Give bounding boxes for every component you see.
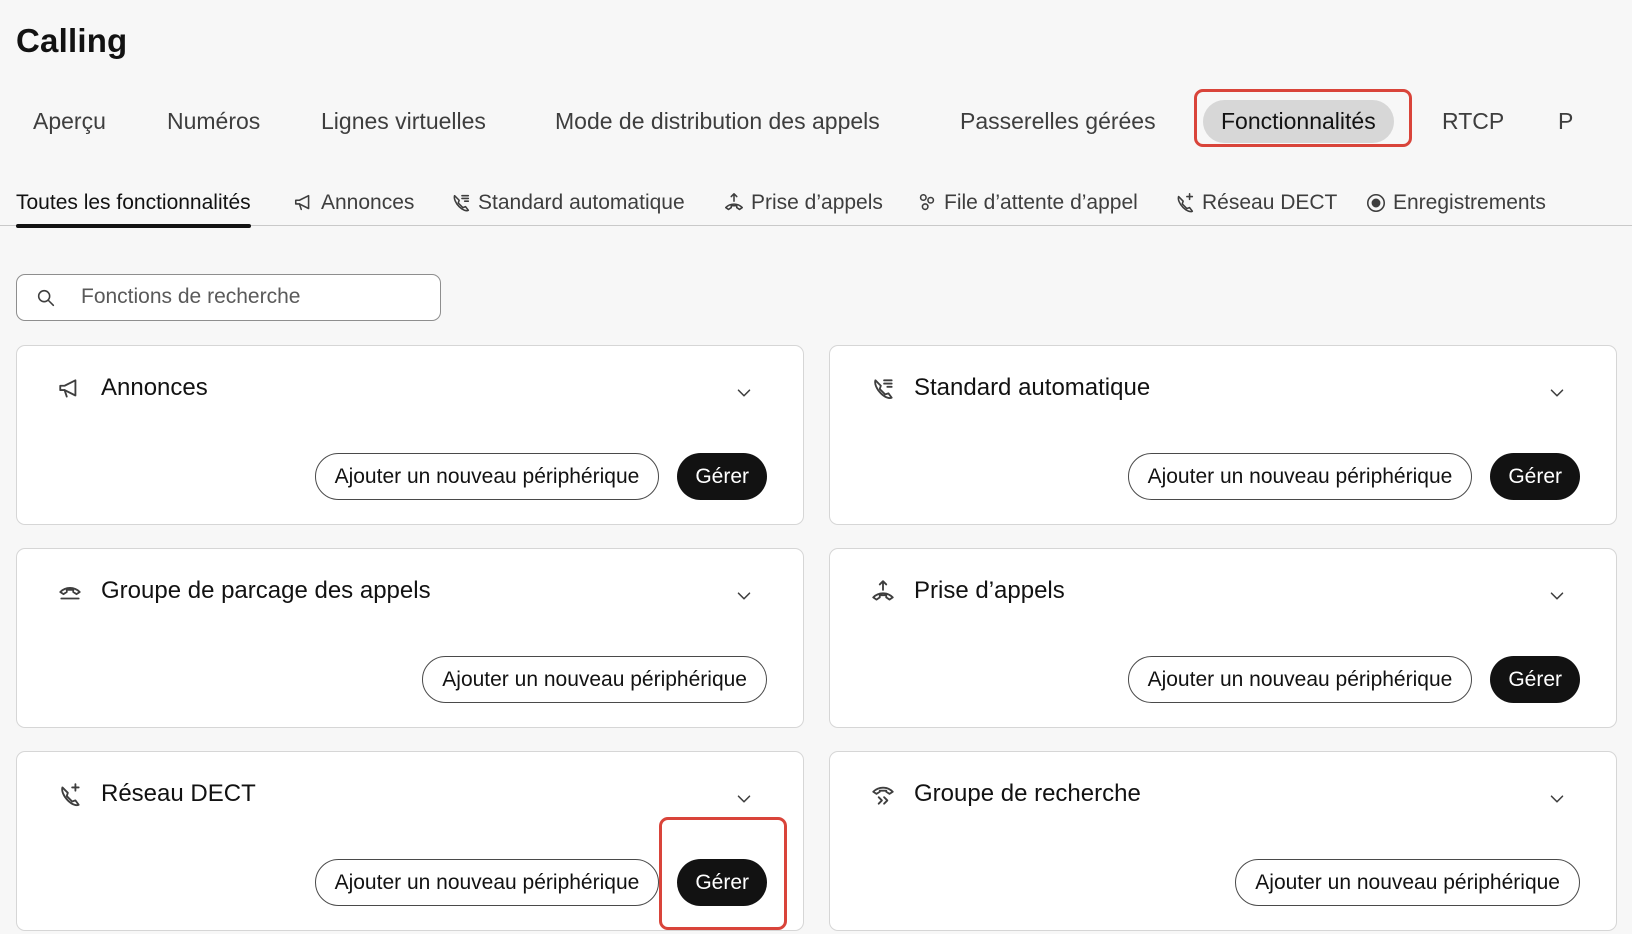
card-title: Réseau DECT (101, 780, 256, 807)
subtab-label: Annonces (321, 191, 415, 214)
chevron-down-icon[interactable] (733, 382, 755, 404)
subtab-reseau-dect[interactable]: Réseau DECT (1174, 180, 1337, 226)
subtab-label: File d’attente d’appel (944, 191, 1138, 214)
megaphone-icon (59, 379, 77, 398)
tab-fonctionnalites[interactable]: Fonctionnalités (1203, 90, 1394, 152)
tab-rtcp[interactable]: RTCP (1442, 90, 1504, 152)
dect-network-icon (1177, 193, 1194, 213)
subtab-label: Standard automatique (478, 191, 685, 214)
card-title: Groupe de recherche (914, 780, 1141, 807)
card-title: Groupe de parcage des appels (101, 577, 431, 604)
manage-button[interactable]: Gérer (677, 859, 767, 906)
manage-button[interactable]: Gérer (1490, 453, 1580, 500)
feature-card-standard-automatique: Standard automatique Ajouter un nouveau … (829, 345, 1617, 525)
card-title: Standard automatique (914, 374, 1151, 401)
chevron-down-icon[interactable] (1546, 382, 1568, 404)
feature-card-groupe-recherche: Groupe de recherche Ajouter un nouveau p… (829, 751, 1617, 931)
subtab-enregistrements[interactable]: Enregistrements (1365, 180, 1546, 226)
search-icon (37, 289, 55, 307)
subtab-file-attente[interactable]: File d’attente d’appel (916, 180, 1138, 226)
tab-lignes-virtuelles[interactable]: Lignes virtuelles (321, 90, 486, 152)
card-actions: Ajouter un nouveau périphérique Gérer (1127, 656, 1580, 703)
card-actions: Ajouter un nouveau périphérique Gérer (314, 859, 767, 906)
add-device-button[interactable]: Ajouter un nouveau périphérique (314, 453, 660, 500)
card-actions: Ajouter un nouveau périphérique (1235, 859, 1580, 906)
subtab-label: Réseau DECT (1202, 191, 1338, 214)
feature-card-annonces: Annonces Ajouter un nouveau périphérique… (16, 345, 804, 525)
search-input[interactable] (81, 281, 421, 313)
add-device-button[interactable]: Ajouter un nouveau périphérique (1127, 453, 1473, 500)
sub-nav: Toutes les fonctionnalités Annonces Stan… (0, 180, 1632, 228)
subtab-label: Toutes les fonctionnalités (16, 191, 251, 214)
feature-card-groupe-parcage: Groupe de parcage des appels Ajouter un … (16, 548, 804, 728)
manage-button[interactable]: Gérer (1490, 656, 1580, 703)
call-pickup-icon (724, 193, 744, 211)
page-title: Calling (16, 22, 128, 59)
calling-page: Calling Aperçu Numéros Lignes virtuelles… (0, 0, 1632, 934)
hunt-group-icon (872, 786, 894, 805)
chevron-down-icon[interactable] (733, 585, 755, 607)
add-device-button[interactable]: Ajouter un nouveau périphérique (422, 656, 767, 703)
card-title: Prise d’appels (914, 577, 1065, 604)
subtab-label: Enregistrements (1393, 191, 1546, 214)
card-title: Annonces (101, 374, 208, 401)
add-device-button[interactable]: Ajouter un nouveau périphérique (1235, 859, 1580, 906)
subtab-annonces[interactable]: Annonces (293, 180, 414, 226)
card-actions: Ajouter un nouveau périphérique Gérer (314, 453, 767, 500)
main-nav: Aperçu Numéros Lignes virtuelles Mode de… (0, 90, 1632, 152)
add-device-button[interactable]: Ajouter un nouveau périphérique (314, 859, 660, 906)
tab-passerelles-gerees[interactable]: Passerelles gérées (960, 90, 1156, 152)
card-actions: Ajouter un nouveau périphérique (422, 656, 767, 703)
tab-numeros[interactable]: Numéros (167, 90, 260, 152)
call-park-icon (59, 587, 81, 600)
card-actions: Ajouter un nouveau périphérique Gérer (1127, 453, 1580, 500)
subtab-toutes[interactable]: Toutes les fonctionnalités (16, 180, 251, 228)
subtab-prise-appels[interactable]: Prise d’appels (723, 180, 883, 226)
feature-card-reseau-dect: Réseau DECT Ajouter un nouveau périphéri… (16, 751, 804, 931)
add-device-button[interactable]: Ajouter un nouveau périphérique (1127, 656, 1473, 703)
feature-card-prise-appels: Prise d’appels Ajouter un nouveau périph… (829, 548, 1617, 728)
tab-mode-distribution[interactable]: Mode de distribution des appels (555, 90, 880, 152)
manage-button[interactable]: Gérer (677, 453, 767, 500)
chevron-down-icon[interactable] (1546, 585, 1568, 607)
call-queue-icon (919, 193, 935, 211)
chevron-down-icon[interactable] (733, 788, 755, 810)
auto-attendant-icon (874, 379, 893, 399)
record-icon (1366, 193, 1386, 213)
auto-attendant-icon (453, 194, 470, 212)
dect-network-icon (61, 783, 80, 807)
tab-overflow[interactable]: P (1558, 90, 1573, 152)
subtab-label: Prise d’appels (751, 191, 883, 214)
subtab-standard-automatique[interactable]: Standard automatique (450, 180, 685, 226)
tab-apercu[interactable]: Aperçu (33, 90, 106, 152)
call-pickup-icon (872, 580, 894, 601)
megaphone-icon (294, 194, 310, 211)
tab-fonctionnalites-label: Fonctionnalités (1203, 99, 1394, 143)
search-box (16, 274, 441, 321)
chevron-down-icon[interactable] (1546, 788, 1568, 810)
